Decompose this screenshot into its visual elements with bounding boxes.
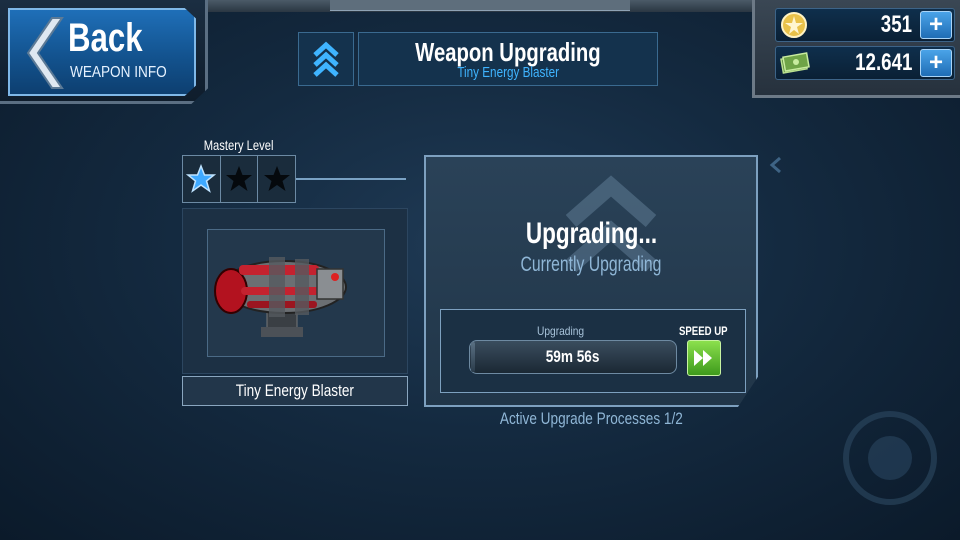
mastery-star-3 [258, 156, 295, 202]
add-coins-button[interactable]: + [920, 11, 952, 39]
cash-value: 12.641 [854, 49, 912, 76]
upgrade-progress-bar: 59m 56s [469, 340, 677, 374]
upgrade-subtitle: Currently Upgrading [520, 253, 662, 276]
gold-coin-icon [781, 12, 807, 38]
star-empty-icon [226, 166, 252, 191]
top-frame-bar-center [330, 0, 630, 11]
back-chevron-icon [26, 17, 64, 89]
add-cash-button[interactable]: + [920, 49, 952, 77]
back-button[interactable]: Back WEAPON INFO [0, 0, 208, 104]
weapon-name: Tiny Energy Blaster [182, 376, 408, 406]
progress-label: Upgrading [537, 324, 585, 338]
side-chevron-icon [769, 156, 781, 174]
star-filled-icon [186, 164, 217, 193]
active-upgrade-processes: Active Upgrade Processes 1/2 [499, 409, 683, 428]
cash-row: 12.641 + [775, 46, 955, 80]
mastery-star-2 [221, 156, 259, 202]
time-remaining: 59m 56s [546, 347, 600, 366]
upgrade-title: Upgrading... [525, 217, 657, 250]
back-button-face[interactable]: Back WEAPON INFO [8, 8, 196, 96]
star-empty-icon [263, 166, 290, 191]
currency-panel: 351 + 12.641 + [752, 0, 960, 98]
upgrade-progress-box: Upgrading 59m 56s SPEED UP [440, 309, 746, 393]
mastery-level-label: Mastery Level [204, 137, 274, 153]
fast-forward-icon [694, 350, 712, 366]
energy-blaster-weapon-icon [214, 257, 347, 337]
upgrade-icon-box [298, 32, 354, 86]
panel-connector-line [296, 178, 406, 180]
coins-value: 351 [880, 11, 912, 38]
header-panel: Weapon Upgrading Tiny Energy Blaster [358, 32, 658, 86]
decorative-target-icon [843, 411, 937, 505]
back-sublabel: WEAPON INFO [70, 64, 167, 81]
back-label: Back [68, 16, 143, 60]
mastery-star-1 [183, 156, 221, 202]
page-subtitle: Tiny Energy Blaster [457, 64, 559, 81]
weapon-image-frame [182, 208, 408, 374]
speed-up-label: SPEED UP [679, 324, 728, 338]
upgrade-status-panel: Upgrading... Currently Upgrading Upgradi… [424, 155, 758, 407]
coins-row: 351 + [775, 8, 955, 42]
cash-stack-icon [780, 52, 810, 74]
speed-up-button[interactable] [687, 340, 721, 376]
upgrade-chevrons-icon [313, 41, 339, 77]
mastery-stars [182, 155, 296, 203]
weapon-card: Tiny Energy Blaster [182, 208, 408, 408]
